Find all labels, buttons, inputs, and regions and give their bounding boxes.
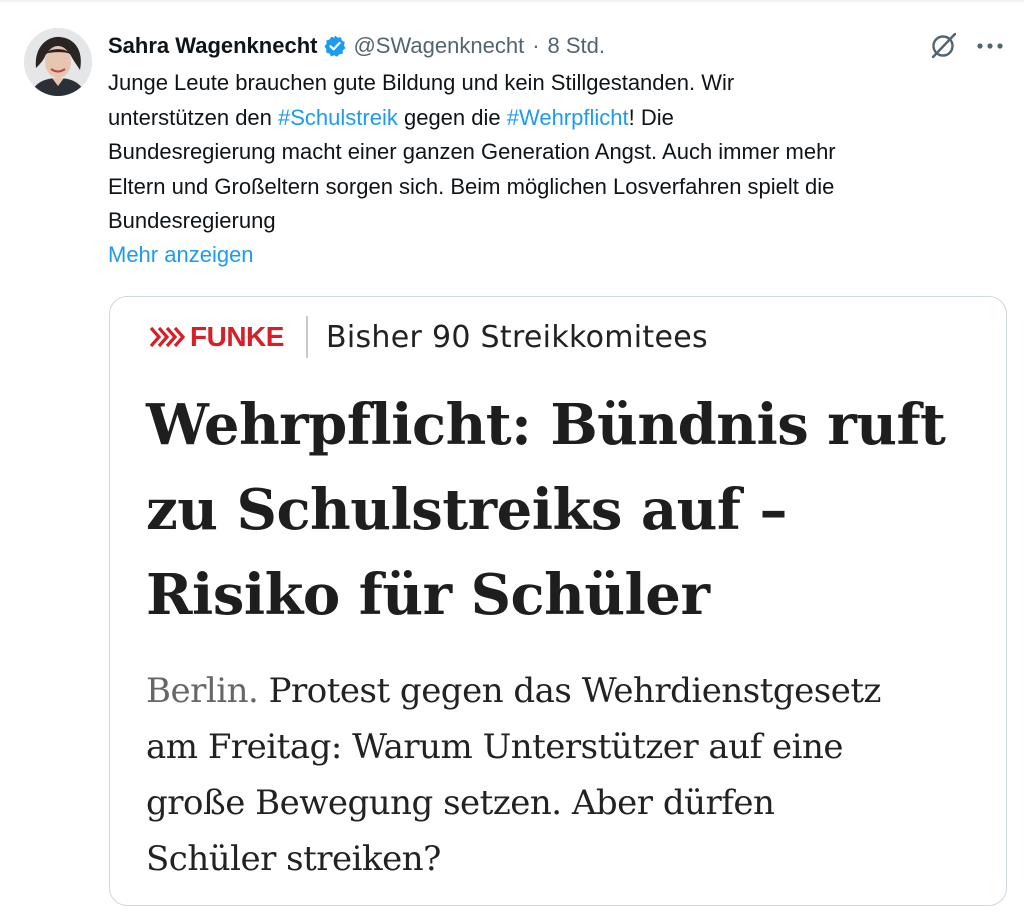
text-fragment: unterstützen den [108,104,279,130]
author-name[interactable]: Sahra Wagenknecht [108,33,317,59]
text-fragment: ! Die [628,104,674,130]
brand-row: FUNKE Bisher 90 Streikkomitees [148,315,708,359]
show-more-link[interactable]: Mehr anzeigen [108,238,254,272]
teaser-line: Berlin. Protest gegen das Wehrdienstgese… [146,663,996,719]
tweet-timestamp[interactable]: 8 Std. [548,33,605,59]
teaser-line: große Bewegung setzen. Aber dürfen [146,783,775,823]
tweet-text: Junge Leute brauchen gute Bildung und ke… [108,66,1008,239]
headline-line: zu Schulstreiks auf – [146,477,787,543]
headline-line: Wehrpflicht: Bündnis ruft [146,392,946,458]
funke-chevrons-icon [149,326,186,348]
author-handle[interactable]: @SWagenknecht [353,33,524,59]
headline-line: Risiko für Schüler [146,562,710,628]
hashtag-link[interactable]: #Wehrpflicht [507,105,629,130]
article-teaser: Berlin. Protest gegen das Wehrdienstgese… [146,663,996,887]
tweet-text-line: Bundesregierung [108,208,276,233]
teaser-line: Schüler streiken? [146,839,441,879]
tweet-text-line: unterstützen den #Schulstreik gegen die … [108,101,1008,136]
verified-badge-icon [323,34,347,58]
text-fragment: gegen die [397,104,507,130]
tweet-text-line: Eltern und Großeltern sorgen sich. Beim … [108,173,835,199]
tweet-header: Sahra Wagenknecht @SWagenknecht · 8 Std. [108,30,605,62]
article-headline: Wehrpflicht: Bündnis ruft zu Schulstreik… [146,383,986,638]
brand-divider [305,316,308,358]
separator-dot: · [532,33,540,58]
dateline: Berlin. [146,671,259,711]
teaser-line: am Freitag: Warum Unterstützer auf eine [146,727,844,767]
top-divider [0,0,1024,2]
avatar-photo [24,28,92,96]
attached-image-card[interactable]: FUNKE Bisher 90 Streikkomitees Wehrpflic… [109,296,1007,906]
grok-icon[interactable] [926,30,960,62]
more-options-icon[interactable] [972,30,1008,62]
hashtag-link[interactable]: #Schulstreik [278,105,398,130]
article-kicker: Bisher 90 Streikkomitees [325,319,708,355]
tweet-text-line: Bundesregierung macht einer ganzen Gener… [108,139,836,164]
brand-logo: FUNKE [190,321,284,352]
tweet-text-line: Junge Leute brauchen gute Bildung und ke… [108,70,735,95]
avatar[interactable] [24,28,92,96]
teaser-fragment: Protest gegen das Wehrdienstgesetz [258,671,882,711]
